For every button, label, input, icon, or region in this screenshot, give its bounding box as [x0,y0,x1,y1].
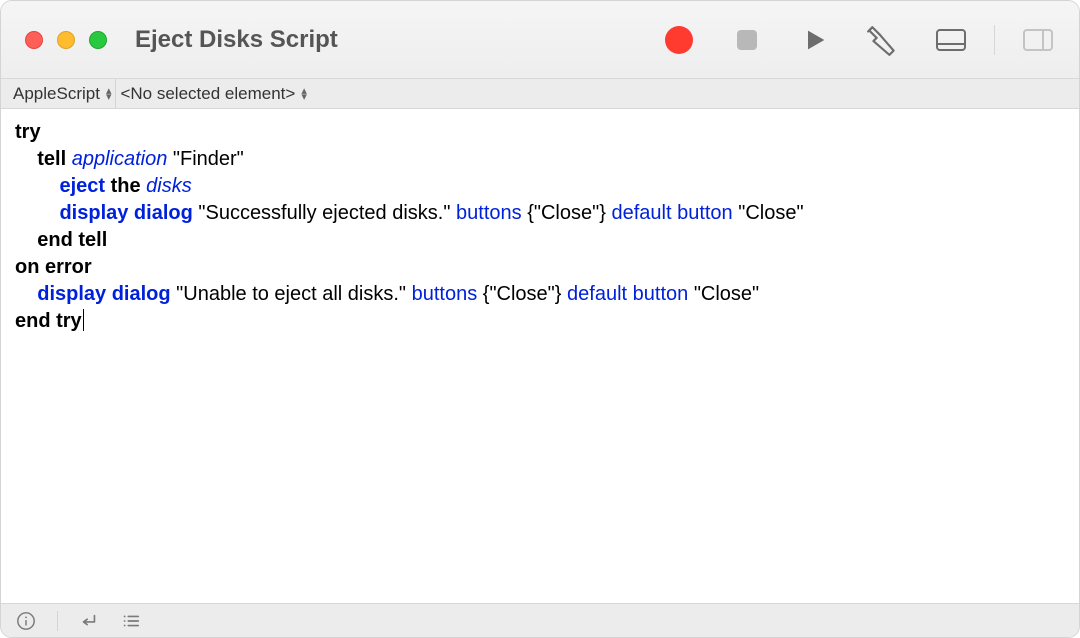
token-application: application [72,148,168,170]
stop-button[interactable] [730,23,764,57]
token-try: try [15,121,41,143]
log-toggle[interactable] [120,610,142,632]
list-close: {"Close"} [483,283,562,305]
play-icon [801,26,829,54]
traffic-lights [25,31,107,49]
token-default-button: default button [611,202,732,224]
element-popup[interactable]: <No selected element> ▴▾ [116,79,310,108]
script-editor-window: Eject Disks Script [0,0,1080,638]
language-label: AppleScript [13,84,100,104]
string-success: "Successfully ejected disks." [198,202,450,224]
token-buttons: buttons [456,202,522,224]
text-caret [83,309,84,331]
statusbar-separator [57,611,58,631]
hammer-icon [866,23,900,57]
status-bar [1,603,1079,637]
element-label: <No selected element> [120,84,295,104]
string-error: "Unable to eject all disks." [176,283,406,305]
token-the: the [111,175,141,197]
code-editor[interactable]: try tell application "Finder" eject the … [1,109,1079,603]
token-end-try: end try [15,310,82,332]
token-default-button: default button [567,283,688,305]
show-sidebar-button[interactable] [1021,23,1055,57]
window-title: Eject Disks Script [135,26,338,54]
token-display-dialog: display dialog [37,283,170,305]
bottom-panel-icon [936,29,966,51]
language-popup[interactable]: AppleScript ▴▾ [9,79,116,108]
token-tell: tell [37,148,66,170]
navigation-bar: AppleScript ▴▾ <No selected element> ▴▾ [1,79,1079,109]
return-icon [79,611,99,631]
toolbar [662,23,1055,57]
string-close: "Close" [694,283,759,305]
token-end-tell: end tell [37,229,107,251]
compile-button[interactable] [866,23,900,57]
string-close: "Close" [738,202,803,224]
show-panel-button[interactable] [934,23,968,57]
string-finder: "Finder" [173,148,244,170]
token-display-dialog: display dialog [59,202,192,224]
token-disks: disks [146,175,192,197]
stop-icon [737,30,757,50]
result-toggle[interactable] [78,610,100,632]
chevron-updown-icon: ▴▾ [301,88,307,100]
window-zoom-button[interactable] [89,31,107,49]
info-icon [16,611,36,631]
token-buttons: buttons [412,283,478,305]
run-button[interactable] [798,23,832,57]
description-toggle[interactable] [15,610,37,632]
window-minimize-button[interactable] [57,31,75,49]
titlebar: Eject Disks Script [1,1,1079,79]
window-close-button[interactable] [25,31,43,49]
chevron-updown-icon: ▴▾ [106,88,112,100]
record-button[interactable] [662,23,696,57]
toolbar-separator [994,25,995,55]
right-panel-icon [1023,29,1053,51]
token-on-error: on error [15,256,92,278]
list-close: {"Close"} [527,202,606,224]
list-icon [121,611,141,631]
token-eject: eject [59,175,105,197]
record-icon [665,26,693,54]
